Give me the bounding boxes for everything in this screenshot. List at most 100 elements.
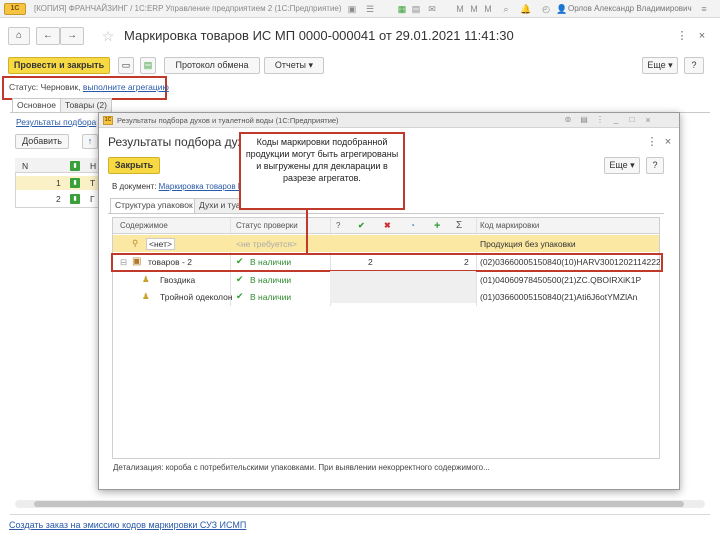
row-number: 1 bbox=[56, 178, 61, 188]
help-button[interactable]: ? bbox=[684, 57, 704, 74]
tab-package-structure[interactable]: Структура упаковок bbox=[110, 198, 198, 213]
col-sum[interactable]: Σ bbox=[456, 218, 463, 234]
col-name-header-cut: Н bbox=[90, 161, 97, 171]
m-icon[interactable]: M bbox=[454, 3, 466, 15]
m-minus-icon[interactable]: M bbox=[482, 3, 494, 15]
scrollbar-thumb[interactable] bbox=[34, 501, 684, 507]
post-and-close-button[interactable]: Провести и закрыть bbox=[8, 57, 110, 74]
zoom-icon[interactable]: ⌕ bbox=[500, 3, 512, 15]
status-line: Статус: Черновик, выполните агрегацию bbox=[9, 82, 169, 92]
marking-icon: ▮ bbox=[70, 161, 80, 171]
bell-icon[interactable]: 🔔 bbox=[520, 3, 532, 15]
status-label: Статус: bbox=[9, 82, 39, 92]
row-content: Гвоздика bbox=[160, 275, 196, 285]
perfume-icon: ♟ bbox=[142, 291, 150, 301]
reports-button[interactable]: Отчеты ▾ bbox=[264, 57, 324, 74]
callout-pointer bbox=[306, 208, 308, 254]
tab-main[interactable]: Основное bbox=[12, 98, 61, 112]
dialog-window-title: Результаты подбора духов и туалетной вод… bbox=[117, 116, 339, 125]
forward-button[interactable]: → bbox=[60, 27, 84, 45]
more-button[interactable]: Еще ▾ bbox=[604, 157, 640, 174]
table-row[interactable] bbox=[113, 235, 659, 252]
more-label: Еще bbox=[609, 160, 628, 170]
more-icon[interactable]: ⋮ bbox=[594, 114, 606, 126]
col-code[interactable]: Код маркировки bbox=[480, 218, 540, 234]
tab-divider bbox=[108, 213, 664, 214]
row-content: Тройной одеколон bbox=[160, 292, 233, 302]
menu-icon[interactable]: ≡ bbox=[698, 3, 710, 15]
more-icon[interactable]: ⋮ bbox=[644, 133, 660, 151]
row-status: <не требуется> bbox=[236, 239, 297, 249]
col-n-header: N bbox=[22, 161, 29, 171]
back-button[interactable]: ← bbox=[36, 27, 60, 45]
chevron-down-icon: ▾ bbox=[308, 60, 314, 70]
exchange-log-label: Протокол обмена bbox=[175, 60, 249, 70]
row-highlight-frame bbox=[111, 253, 663, 272]
reports-label: Отчеты bbox=[274, 60, 307, 70]
minimize-icon[interactable]: _ bbox=[610, 114, 622, 126]
check-icon: ✔ bbox=[236, 274, 244, 284]
compare-icon[interactable]: ▣ bbox=[346, 3, 358, 15]
calc-icon[interactable]: ▦ bbox=[396, 3, 408, 15]
col-content[interactable]: Содержимое bbox=[120, 218, 168, 234]
col-question[interactable]: ? bbox=[336, 218, 341, 234]
check-icon[interactable]: ✔ bbox=[358, 218, 365, 234]
window-title: [КОПИЯ] ФРАНЧАЙЗИНГ / 1С:ERP Управление … bbox=[34, 4, 342, 13]
maximize-icon[interactable]: □ bbox=[626, 114, 638, 126]
detail-text: Детализация: короба с потребительскими у… bbox=[113, 463, 490, 472]
row-status: В наличии bbox=[250, 275, 292, 285]
col-status[interactable]: Статус проверки bbox=[236, 218, 298, 234]
close-button[interactable]: Закрыть bbox=[108, 157, 160, 174]
perfume-icon: ♟ bbox=[142, 274, 150, 284]
divider bbox=[10, 514, 710, 515]
save-icon[interactable]: ▭ bbox=[118, 57, 134, 74]
row-code: Продукция без упаковки bbox=[480, 239, 576, 249]
close-icon[interactable]: × bbox=[694, 27, 710, 45]
copy-icon[interactable]: ▤ bbox=[578, 114, 590, 126]
more-icon[interactable]: ⋮ bbox=[674, 27, 690, 45]
row-name-cut: Т bbox=[90, 178, 96, 188]
close-icon[interactable]: × bbox=[642, 114, 654, 126]
results-link[interactable]: Результаты подбора bbox=[16, 117, 96, 127]
app-logo-small: 1C bbox=[103, 116, 113, 125]
doc-link[interactable]: Маркировка товаров ИС МП 0000-000041 от … bbox=[159, 182, 240, 191]
close-icon[interactable]: × bbox=[660, 133, 676, 151]
text-icon[interactable]: ☰ bbox=[364, 3, 376, 15]
calendar-icon[interactable]: ▤ bbox=[410, 3, 422, 15]
up-arrow-icon[interactable]: ↑ bbox=[82, 134, 98, 149]
home-button[interactable]: ⌂ bbox=[8, 27, 30, 45]
mail-icon[interactable]: ✉ bbox=[426, 3, 438, 15]
row-code: (01)04060978450500(21)ZC.QBOIRXiK1P bbox=[480, 275, 642, 285]
plus-icon[interactable]: + bbox=[434, 218, 441, 234]
more-label: Еще bbox=[647, 60, 666, 70]
row-number: 2 bbox=[56, 194, 61, 204]
add-button[interactable]: Добавить bbox=[15, 134, 69, 149]
doc-line: В документ: Маркировка товаров ИС МП 000… bbox=[112, 182, 240, 191]
check-icon: ✔ bbox=[236, 291, 244, 301]
marking-icon: ▮ bbox=[70, 178, 80, 188]
exchange-log-button[interactable]: Протокол обмена bbox=[164, 57, 260, 74]
post-icon[interactable]: ▤ bbox=[140, 57, 156, 74]
m-plus-icon[interactable]: M bbox=[468, 3, 480, 15]
user-name[interactable]: Орлов Александр Владимирович bbox=[568, 4, 692, 13]
create-order-link[interactable]: Создать заказ на эмиссию кодов маркировк… bbox=[9, 520, 246, 530]
favorite-star-icon[interactable]: ☆ bbox=[100, 27, 116, 45]
status-value: Черновик, bbox=[40, 82, 81, 92]
row-code: (01)03660005150840(21)Ati6J6otYMZlAn bbox=[480, 292, 638, 302]
cross-icon[interactable]: ✖ bbox=[384, 218, 391, 234]
history-icon[interactable]: ◴ bbox=[540, 3, 552, 15]
clock-icon[interactable]: ◔ bbox=[410, 218, 415, 234]
help-button[interactable]: ? bbox=[646, 157, 664, 174]
row-name-cut: Г bbox=[90, 194, 95, 204]
user-icon[interactable]: 👤 bbox=[556, 3, 568, 15]
doc-label: В документ: bbox=[112, 182, 157, 191]
empty-cells bbox=[330, 271, 476, 303]
tab-goods[interactable]: Товары (2) bbox=[60, 98, 112, 112]
marking-icon: ▮ bbox=[70, 194, 80, 204]
row-content: <нет> bbox=[146, 238, 175, 250]
link-icon[interactable]: ⊚ bbox=[562, 114, 574, 126]
row-status: В наличии bbox=[250, 292, 292, 302]
more-button[interactable]: Еще ▾ bbox=[642, 57, 678, 74]
aggregate-link[interactable]: выполните агрегацию bbox=[83, 82, 169, 92]
annotation-callout: Коды маркировки подобранной продукции мо… bbox=[239, 132, 405, 210]
